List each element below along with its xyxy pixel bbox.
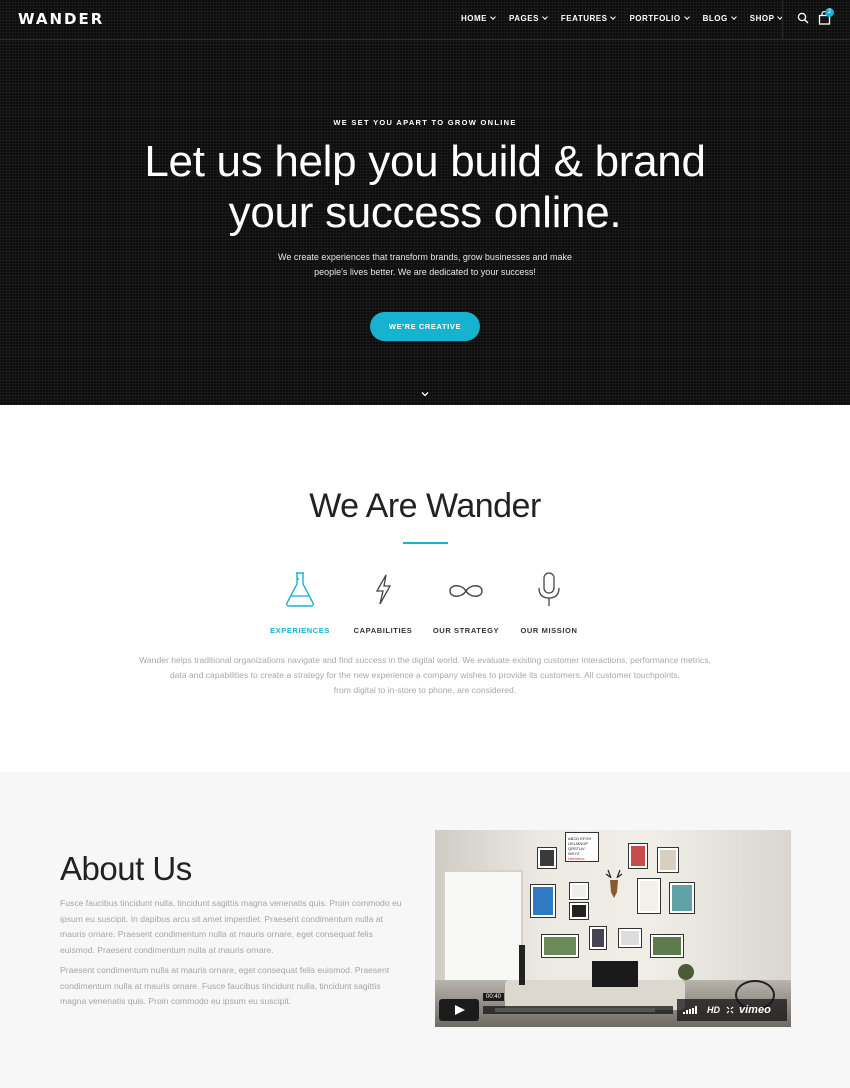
- wander-description: Wander helps traditional organizations n…: [110, 653, 740, 698]
- tab-capabilities[interactable]: CAPABILITIES: [343, 570, 423, 635]
- hero-subtext-line1: We create experiences that transform bra…: [278, 252, 572, 262]
- section-title: We Are Wander: [309, 487, 541, 525]
- microphone-icon: [538, 572, 560, 606]
- nav-divider: [782, 0, 783, 40]
- hd-toggle[interactable]: HD: [707, 1005, 720, 1015]
- thumbnail-frame: [537, 847, 557, 869]
- thumbnail-frame: [657, 847, 679, 873]
- menu-item-pages[interactable]: PAGES: [509, 14, 548, 23]
- tab-label: EXPERIENCES: [270, 626, 330, 635]
- thumbnail-frame: [569, 902, 589, 920]
- menu-item-label: PORTFOLIO: [629, 14, 681, 23]
- menu-item-features[interactable]: FEATURES: [560, 14, 617, 23]
- chevron-down-icon: [683, 14, 690, 20]
- main-menu: HOME PAGES FEATURES PORTFOLIO BLOG SHOP: [461, 14, 796, 23]
- search-icon[interactable]: [797, 12, 809, 24]
- deer-head-icon: [605, 869, 623, 898]
- tab-experiences[interactable]: EXPERIENCES: [260, 570, 340, 635]
- thumbnail-frame: [530, 884, 556, 918]
- thumbnail-art-poster: ABCD EFGH IJKLMNOP QRSTUV WXYZ Helvetica: [565, 832, 599, 862]
- page: WANDER HOME PAGES FEATURES PORTFOLIO BLO…: [0, 0, 850, 1088]
- thumbnail-art-poster-text: ABCD EFGH IJKLMNOP QRSTUV WXYZ Helvetica: [568, 836, 591, 861]
- tab-label: OUR MISSION: [520, 626, 578, 635]
- about-paragraph-1: Fusce faucibus tincidunt nulla, tincidun…: [60, 898, 402, 955]
- hero-subtext-line2: people's lives better. We are dedicated …: [314, 267, 536, 277]
- hero-section: WANDER HOME PAGES FEATURES PORTFOLIO BLO…: [0, 0, 850, 405]
- video-player[interactable]: ABCD EFGH IJKLMNOP QRSTUV WXYZ Helvetica: [435, 830, 791, 1027]
- menu-item-portfolio[interactable]: PORTFOLIO: [629, 14, 690, 23]
- chevron-down-icon: [490, 14, 496, 20]
- thumbnail-frame: [637, 878, 661, 914]
- tab-label: CAPABILITIES: [353, 626, 413, 635]
- title-underline: [403, 542, 448, 544]
- thumbnail-frame: [541, 934, 579, 958]
- hero-eyebrow: WE SET YOU APART TO GROW ONLINE: [333, 118, 517, 127]
- video-controls: 00:40 HD vimeo: [435, 993, 791, 1021]
- thumbnail-frame: [650, 934, 684, 958]
- about-title: About Us: [60, 850, 192, 887]
- menu-item-label: SHOP: [749, 14, 775, 23]
- cart-count-badge: 2: [825, 8, 834, 17]
- hero-headline: Let us help you build & brand your succe…: [0, 136, 850, 238]
- thumbnail-plant: [678, 964, 694, 980]
- tab-label: OUR STRATEGY: [432, 626, 500, 635]
- lightning-icon: [375, 574, 392, 605]
- thumbnail-frame: [618, 928, 642, 948]
- tab-our-mission[interactable]: OUR MISSION: [509, 570, 589, 635]
- thumbnail-lamp: [519, 945, 525, 985]
- thumbnail-frame: [569, 882, 589, 900]
- wander-description-line3: from digital to in-store to phone, are c…: [333, 685, 517, 695]
- thumbnail-window: [443, 870, 523, 990]
- vimeo-logo[interactable]: vimeo: [739, 1004, 771, 1016]
- hero-subtext: We create experiences that transform bra…: [255, 250, 595, 280]
- svg-text:Helvetica: Helvetica: [568, 856, 585, 861]
- wander-description-line2: data and capabilities to create a strate…: [169, 670, 681, 680]
- play-button[interactable]: [439, 999, 479, 1021]
- top-navigation: WANDER HOME PAGES FEATURES PORTFOLIO BLO…: [0, 0, 850, 40]
- video-progress-bar[interactable]: [483, 1006, 673, 1014]
- fullscreen-icon[interactable]: [726, 1006, 734, 1014]
- flask-icon: [286, 572, 314, 607]
- chevron-down-icon: [542, 14, 548, 20]
- thumbnail-frame: [628, 843, 648, 869]
- chevron-down-icon[interactable]: [421, 390, 429, 398]
- infinity-icon: [449, 585, 483, 597]
- menu-item-home[interactable]: HOME: [461, 14, 496, 23]
- hero-headline-line2: your success online.: [228, 188, 622, 237]
- hero-headline-line1: Let us help you build & brand: [144, 137, 706, 186]
- tab-our-strategy[interactable]: OUR STRATEGY: [426, 570, 506, 635]
- video-progress-track: [495, 1008, 655, 1012]
- menu-item-label: HOME: [461, 14, 487, 23]
- thumbnail-tv: [592, 961, 638, 987]
- play-icon: [455, 1005, 465, 1015]
- thumbnail-frame: [589, 926, 607, 950]
- menu-item-blog[interactable]: BLOG: [702, 14, 737, 23]
- logo[interactable]: WANDER: [18, 10, 104, 28]
- video-time: 00:40: [483, 993, 505, 1001]
- about-paragraph-2: Praesent condimentum nulla at mauris orn…: [60, 965, 390, 1006]
- chevron-down-icon: [610, 14, 617, 20]
- menu-item-label: FEATURES: [560, 14, 608, 23]
- were-creative-button[interactable]: WE'RE CREATIVE: [370, 312, 480, 341]
- volume-icon[interactable]: [683, 1006, 699, 1014]
- menu-item-shop[interactable]: SHOP: [749, 14, 784, 23]
- wander-description-line1: Wander helps traditional organizations n…: [139, 655, 711, 665]
- chevron-down-icon: [730, 14, 737, 20]
- menu-item-label: PAGES: [509, 14, 539, 23]
- video-control-group: HD vimeo: [677, 999, 787, 1021]
- about-section: About Us Fusce faucibus tincidunt nulla,…: [0, 772, 850, 1088]
- thumbnail-frame: [669, 882, 695, 914]
- menu-item-label: BLOG: [702, 14, 728, 23]
